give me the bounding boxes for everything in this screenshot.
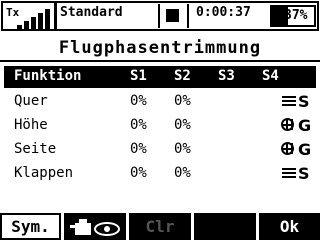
- row-funktion: Quer: [14, 93, 48, 109]
- clr-label: Clr: [145, 217, 175, 236]
- mode-letter: G: [298, 116, 312, 135]
- view-button[interactable]: [64, 213, 126, 240]
- row-s1[interactable]: 0%: [130, 93, 147, 109]
- divider: [187, 4, 189, 28]
- title-divider: [0, 60, 320, 62]
- globe-icon: [281, 118, 294, 131]
- row-s1[interactable]: 0%: [130, 141, 147, 157]
- mode-letter: S: [298, 92, 310, 111]
- header-s4: S4: [262, 68, 279, 84]
- table-row[interactable]: Quer 0% 0% S: [4, 91, 316, 113]
- header-s2: S2: [174, 68, 191, 84]
- row-funktion: Höhe: [14, 117, 48, 133]
- mode-selector[interactable]: G: [280, 140, 312, 160]
- mode-selector[interactable]: S: [280, 164, 312, 184]
- model-name: Standard: [60, 5, 123, 20]
- table-header: Funktion S1 S2 S3 S4: [4, 66, 316, 88]
- battery-text: 37%: [284, 8, 308, 23]
- row-s1[interactable]: 0%: [130, 117, 147, 133]
- mode-selector[interactable]: G: [280, 116, 312, 136]
- status-bar: Tx Standard 0:00:37 37%: [0, 0, 320, 33]
- mode-selector[interactable]: S: [280, 92, 312, 112]
- stop-icon: [166, 9, 179, 22]
- clr-button[interactable]: Clr: [129, 213, 191, 240]
- signal-strength-icon: [17, 9, 53, 31]
- mode-letter: G: [298, 140, 312, 159]
- softkey-bar: Sym. Clr Ok: [0, 213, 320, 240]
- row-s2[interactable]: 0%: [174, 165, 191, 181]
- divider: [158, 4, 160, 28]
- transmitter-status: Tx: [1, 1, 56, 31]
- globe-icon: [281, 142, 294, 155]
- row-funktion: Seite: [14, 141, 57, 157]
- sym-button[interactable]: Sym.: [0, 213, 61, 240]
- row-s1[interactable]: 0%: [130, 165, 147, 181]
- header-s3: S3: [218, 68, 235, 84]
- row-s2[interactable]: 0%: [174, 141, 191, 157]
- lines-icon: [282, 96, 296, 108]
- camera-eye-icon: [70, 219, 120, 236]
- row-s2[interactable]: 0%: [174, 93, 191, 109]
- header-s1: S1: [130, 68, 147, 84]
- timer: 0:00:37: [196, 5, 251, 20]
- row-funktion: Klappen: [14, 165, 74, 181]
- row-s2[interactable]: 0%: [174, 117, 191, 133]
- battery-indicator: 37%: [270, 5, 316, 27]
- header-funktion: Funktion: [14, 68, 82, 84]
- table-row[interactable]: Klappen 0% 0% S: [4, 163, 316, 185]
- table-row[interactable]: Seite 0% 0% G: [4, 139, 316, 161]
- empty-softkey[interactable]: [194, 213, 256, 240]
- ok-button[interactable]: Ok: [259, 213, 320, 240]
- lines-icon: [282, 168, 296, 180]
- page-title: Flugphasentrimmung: [58, 38, 262, 58]
- table-row[interactable]: Höhe 0% 0% G: [4, 115, 316, 137]
- mode-letter: S: [298, 164, 310, 183]
